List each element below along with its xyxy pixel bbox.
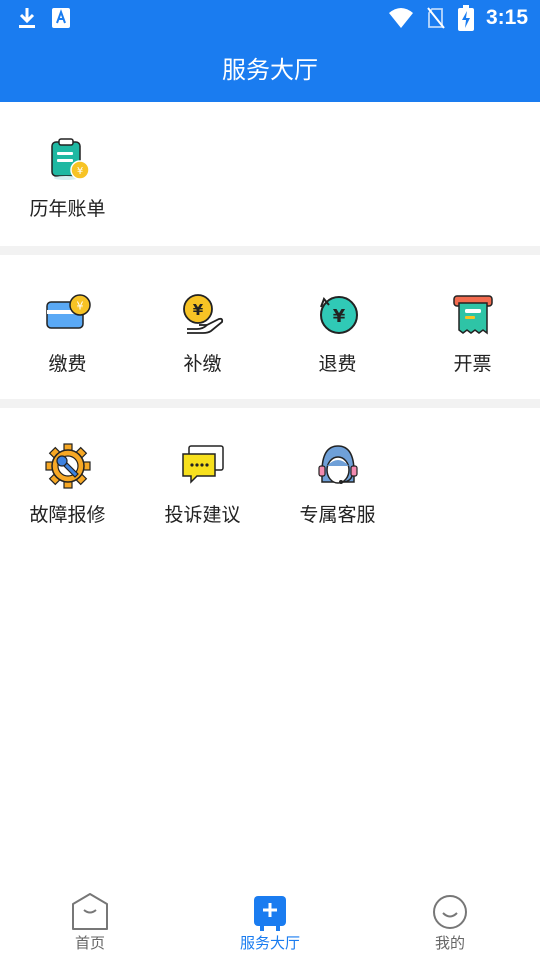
refund-label: 退费	[318, 353, 357, 375]
svg-text:¥: ¥	[76, 300, 83, 313]
complaint-item[interactable]: 投诉建议	[135, 442, 270, 527]
svg-text:¥: ¥	[332, 306, 345, 327]
no-sim-icon	[427, 7, 445, 29]
headset-agent-icon	[317, 445, 358, 484]
tab-mine-label: 我的	[434, 934, 465, 952]
status-bar: 3:15	[0, 0, 540, 36]
chat-bubble-icon	[181, 445, 224, 484]
svg-text:¥: ¥	[192, 301, 203, 319]
invoice-icon	[452, 295, 493, 335]
battery-charging-icon	[457, 5, 474, 31]
refund-item[interactable]: ¥ 退费	[270, 291, 405, 376]
tab-home-label: 首页	[74, 934, 105, 952]
service-hall-icon	[254, 896, 286, 931]
repair-label: 故障报修	[29, 504, 106, 526]
pay-item[interactable]: ¥ 缴费	[0, 291, 135, 376]
bottom-tab-bar: 首页 服务大厅 我的	[0, 888, 540, 960]
tab-mine[interactable]: 我的	[360, 892, 540, 953]
invoice-label: 开票	[453, 353, 492, 375]
app-bar: 3:15 服务大厅	[0, 0, 540, 102]
svg-text:¥: ¥	[76, 166, 82, 177]
card-pay-icon: ¥	[45, 294, 91, 329]
a-badge-icon	[52, 8, 70, 28]
tab-service-hall-label: 服务大厅	[239, 934, 300, 952]
wifi-icon	[388, 8, 413, 28]
home-icon	[72, 893, 108, 930]
supplement-pay-label: 补缴	[183, 353, 222, 375]
pay-label: 缴费	[48, 353, 87, 375]
bill-history-item[interactable]: ¥ 历年账单	[0, 136, 135, 221]
gear-wrench-icon	[44, 443, 91, 489]
section-divider	[0, 246, 540, 255]
page-title: 服务大厅	[222, 56, 318, 84]
support-section: 故障报修 投诉建议 专属客服	[0, 408, 540, 558]
customer-service-label: 专属客服	[299, 504, 376, 526]
payment-section: ¥ 缴费 ¥ 补缴 ¥ 退费 开票	[0, 255, 540, 399]
section-divider	[0, 399, 540, 408]
smile-icon	[433, 895, 467, 929]
tab-home[interactable]: 首页	[0, 892, 180, 953]
complaint-label: 投诉建议	[164, 504, 241, 526]
invoice-item[interactable]: 开票	[405, 291, 540, 376]
tab-service-hall[interactable]: 服务大厅	[180, 892, 360, 953]
status-time: 3:15	[485, 6, 528, 29]
bill-history-label: 历年账单	[29, 198, 106, 220]
customer-service-item[interactable]: 专属客服	[270, 442, 405, 527]
hand-coin-icon: ¥	[182, 294, 223, 334]
bills-section: ¥ 历年账单	[0, 102, 540, 246]
download-icon	[19, 8, 35, 28]
repair-item[interactable]: 故障报修	[0, 442, 135, 527]
refund-icon: ¥	[319, 296, 358, 334]
supplement-pay-item[interactable]: ¥ 补缴	[135, 291, 270, 376]
bill-history-icon: ¥	[50, 138, 90, 180]
